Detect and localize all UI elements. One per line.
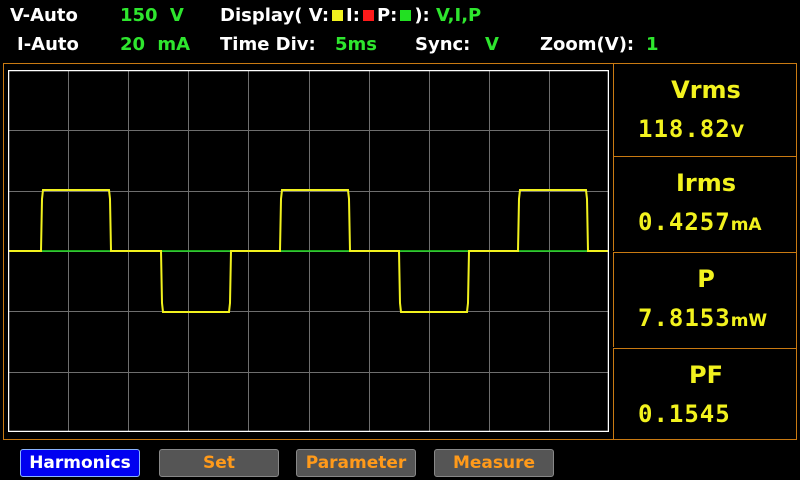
reading-name: Irms <box>675 169 737 197</box>
v-color-swatch <box>332 9 344 21</box>
time-div-value: 5ms <box>335 34 377 55</box>
reading-value-line: 0.1545 <box>638 400 731 428</box>
reading-unit: V <box>730 122 744 142</box>
reading-value-line: 118.82V <box>638 115 744 143</box>
reading-value: 118.82 <box>638 115 731 143</box>
reading-vrms: Vrms 118.82V <box>613 64 797 159</box>
i-color-swatch <box>362 9 374 21</box>
v-range-value: 150 V <box>120 5 184 26</box>
zoom-value: 1 <box>646 34 659 55</box>
display-setting: Display( V: I: P:): V,I,P <box>220 5 481 27</box>
display-p-label: P: <box>376 5 398 26</box>
reading-name: P <box>697 265 715 293</box>
zoom-label: Zoom(V): <box>540 34 635 55</box>
measure-button[interactable]: Measure <box>434 449 554 477</box>
reading-value-line: 7.8153mW <box>638 304 767 332</box>
reading-value: 7.8153 <box>638 304 731 332</box>
display-value: V,I,P <box>436 5 482 26</box>
p-color-swatch <box>400 9 412 21</box>
reading-value: 0.4257 <box>638 208 731 236</box>
reading-pf: PF 0.1545 <box>613 348 797 439</box>
reading-power: P 7.8153mW <box>613 252 797 347</box>
reading-irms: Irms 0.4257mA <box>613 156 797 251</box>
sync-value: V <box>485 34 499 55</box>
reading-value: 0.1545 <box>638 400 731 428</box>
v-range-label: V-Auto <box>10 5 78 26</box>
sync-label: Sync: <box>415 34 471 55</box>
reading-unit: mW <box>730 311 768 331</box>
parameter-button[interactable]: Parameter <box>296 449 416 477</box>
display-close: ): <box>414 5 430 26</box>
reading-value-line: 0.4257mA <box>638 208 762 236</box>
time-div-label: Time Div: <box>220 34 316 55</box>
set-button[interactable]: Set <box>159 449 279 477</box>
i-range-value: 20 mA <box>120 34 191 55</box>
reading-name: Vrms <box>671 76 741 104</box>
harmonics-button[interactable]: Harmonics <box>20 449 140 477</box>
i-range-label: I-Auto <box>17 34 79 55</box>
waveform-display <box>8 70 609 432</box>
reading-name: PF <box>689 361 723 389</box>
display-i-label: I: <box>346 5 360 26</box>
display-label: Display( V: <box>220 5 330 26</box>
reading-unit: mA <box>730 215 762 235</box>
